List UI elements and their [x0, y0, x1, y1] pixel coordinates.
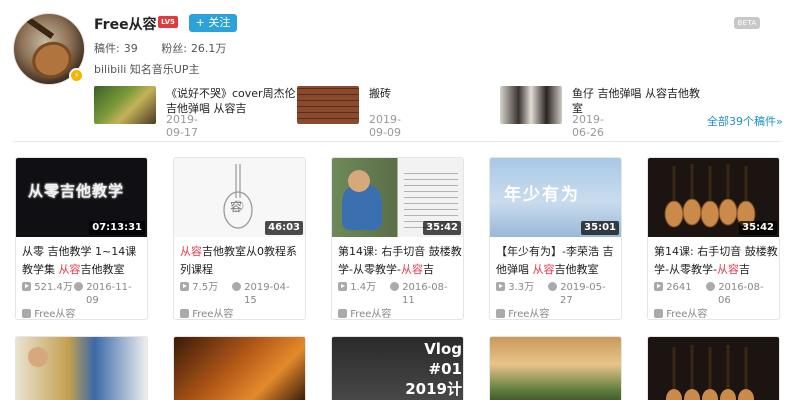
recent-date: 2019-06-26 [572, 113, 604, 139]
recent-thumbnail[interactable] [500, 86, 562, 124]
video-card[interactable] [173, 336, 306, 400]
video-views: 1.4万 [338, 281, 376, 294]
video-date: 2019-05- 27 [548, 281, 620, 307]
thumbnail-caption: 容 [230, 200, 243, 214]
thumbnail-caption: 年少有为 [504, 185, 580, 205]
video-date: 2016-08- 06 [706, 281, 778, 307]
video-duration: 35:42 [423, 221, 461, 235]
recent-date: 2019-09-17 [166, 113, 198, 139]
video-title[interactable]: 第14课: 右手切音 鼓楼教学-从零教学-从容吉 [654, 243, 778, 279]
divider [13, 141, 781, 142]
video-card[interactable] [647, 336, 780, 400]
recent-date: 2019-09-09 [369, 113, 401, 139]
video-duration: 35:42 [739, 221, 777, 235]
video-author[interactable]: Free从容 [22, 309, 75, 319]
user-icon [338, 309, 347, 318]
video-card[interactable]: 35:42 第14课: 右手切音 鼓楼教学-从零教学-从容吉 2641 2016… [647, 157, 780, 320]
recent-title[interactable]: 《说好不哭》cover周杰伦 吉他弹唱 从容吉 [166, 86, 302, 116]
video-card[interactable]: 容 46:03 从容吉他教室从0教程系列课程 7.5万 2019-04- 15 F… [173, 157, 306, 320]
all-videos-link[interactable]: 全部39个稿件» [707, 113, 783, 129]
clock-icon [548, 282, 557, 291]
video-thumbnail[interactable]: 35:42 [332, 158, 463, 237]
profile-stats: 稿件: 39 粉丝: 26.1万 [94, 40, 246, 56]
fans-stat: 粉丝: 26.1万 [161, 42, 227, 55]
clock-icon [232, 282, 241, 291]
video-title[interactable]: 【年少有为】-李荣浩 吉他弹唱 从容吉他教室 [496, 243, 620, 279]
video-duration: 07:13:31 [89, 221, 145, 235]
recent-title[interactable]: 鱼仔 吉他弹唱 从容吉他教室 [572, 86, 708, 116]
play-count-icon [22, 282, 31, 291]
person-head [348, 170, 370, 192]
video-author[interactable]: Free从容 [180, 309, 233, 319]
play-count-icon [180, 282, 189, 291]
play-count-icon [338, 282, 347, 291]
thumbnail-caption: 从零吉他教学 [28, 182, 125, 200]
video-views: 521.4万 [22, 281, 73, 294]
recent-title[interactable]: 搬砖 [369, 86, 505, 101]
sheet-music [404, 168, 458, 228]
username[interactable]: Free从容 [94, 14, 157, 34]
guitars-row-icon [666, 345, 754, 400]
thumbnail-caption: Vlog #01 2019计划 [405, 340, 462, 398]
video-card[interactable]: 35:42 第14课: 右手切音 鼓楼教学-从零教学-从容吉 1.4万 2016… [331, 157, 464, 320]
user-icon [22, 309, 31, 318]
video-thumbnail[interactable]: 容 46:03 [174, 158, 305, 237]
video-card[interactable]: Vlog #01 2019计划 [331, 336, 464, 400]
video-views: 7.5万 [180, 281, 218, 294]
video-thumbnail[interactable]: 从零吉他教学 07:13:31 [16, 158, 147, 237]
video-duration: 35:01 [581, 221, 619, 235]
play-count-icon [654, 282, 663, 291]
video-thumbnail[interactable]: 35:42 [648, 158, 779, 237]
person-head [28, 347, 48, 367]
video-views: 2641 [654, 281, 692, 294]
video-date: 2019-04- 15 [232, 281, 304, 307]
user-icon [180, 309, 189, 318]
user-icon [496, 309, 505, 318]
video-author[interactable]: Free从容 [654, 309, 707, 319]
video-title[interactable]: 第14课: 右手切音 鼓楼教学-从零教学-从容吉 [338, 243, 462, 279]
video-date: 2016-08- 11 [390, 281, 462, 307]
clock-icon [390, 282, 399, 291]
verified-icon: ⚡ [69, 68, 84, 83]
recent-thumbnail[interactable] [297, 86, 359, 124]
video-card[interactable]: 从零吉他教学 07:13:31 从零 吉他教学 1~14课教学集 从容吉他教室 … [15, 157, 148, 320]
clock-icon [74, 282, 83, 291]
video-title[interactable]: 从零 吉他教学 1~14课教学集 从容吉他教室 [22, 243, 146, 279]
video-author[interactable]: Free从容 [496, 309, 549, 319]
user-icon [654, 309, 663, 318]
video-date: 2016-11- 09 [74, 281, 146, 307]
clock-icon [706, 282, 715, 291]
video-card[interactable] [15, 336, 148, 400]
level-badge: LV5 [158, 16, 178, 28]
guitar-neck [17, 14, 55, 39]
recent-thumbnail[interactable] [94, 86, 156, 124]
profile-sign: bilibili 知名音乐UP主 [94, 63, 200, 76]
works-stat: 稿件: 39 [94, 42, 138, 55]
video-author[interactable]: Free从容 [338, 309, 391, 319]
video-views: 3.3万 [496, 281, 534, 294]
video-card[interactable] [489, 336, 622, 400]
video-thumbnail[interactable]: 年少有为 35:01 [490, 158, 621, 237]
play-count-icon [496, 282, 505, 291]
video-title[interactable]: 从容吉他教室从0教程系列课程 [180, 243, 304, 279]
video-duration: 46:03 [265, 221, 303, 235]
video-card[interactable]: 年少有为 35:01 【年少有为】-李荣浩 吉他弹唱 从容吉他教室 3.3万 2… [489, 157, 622, 320]
profile-header: ⚡ Free从容 LV5 + 关注 BETA 稿件: 39 粉丝: 26.1万 bi… [0, 0, 791, 140]
follow-button[interactable]: + 关注 [189, 14, 237, 32]
beta-badge: BETA [734, 17, 760, 29]
